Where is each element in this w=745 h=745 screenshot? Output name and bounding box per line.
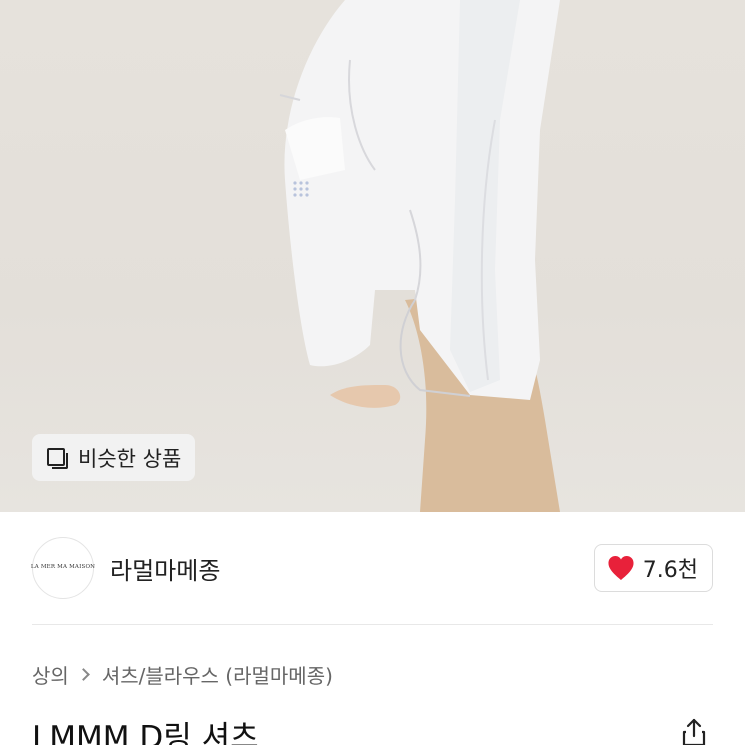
similar-items-icon [46,447,68,469]
brand-logo[interactable]: LA MER MA MAISON [30,537,96,599]
product-title: LMMM D링 셔츠 [32,720,259,745]
breadcrumb: 상의 셔츠/블라우스 (라멀마메종) [32,660,333,689]
brand-name[interactable]: 라멀마메종 [110,551,220,586]
similar-products-label: 비슷한 상품 [78,446,182,471]
divider [32,624,713,625]
heart-icon [608,556,634,580]
like-count: 7.6천 [642,558,698,583]
like-button[interactable]: 7.6천 [593,544,713,592]
product-image[interactable]: 비슷한 상품 [0,0,745,512]
breadcrumb-subcategory[interactable]: 셔츠/블라우스 (라멀마메종) [102,660,333,689]
brand-logo-text: LA MER MA MAISON [30,564,96,570]
chevron-right-icon [76,668,90,681]
share-icon[interactable] [678,716,710,745]
brand-row: LA MER MA MAISON 라멀마메종 7.6천 [0,512,745,624]
breadcrumb-category[interactable]: 상의 [32,660,69,689]
similar-products-button[interactable]: 비슷한 상품 [32,434,196,481]
